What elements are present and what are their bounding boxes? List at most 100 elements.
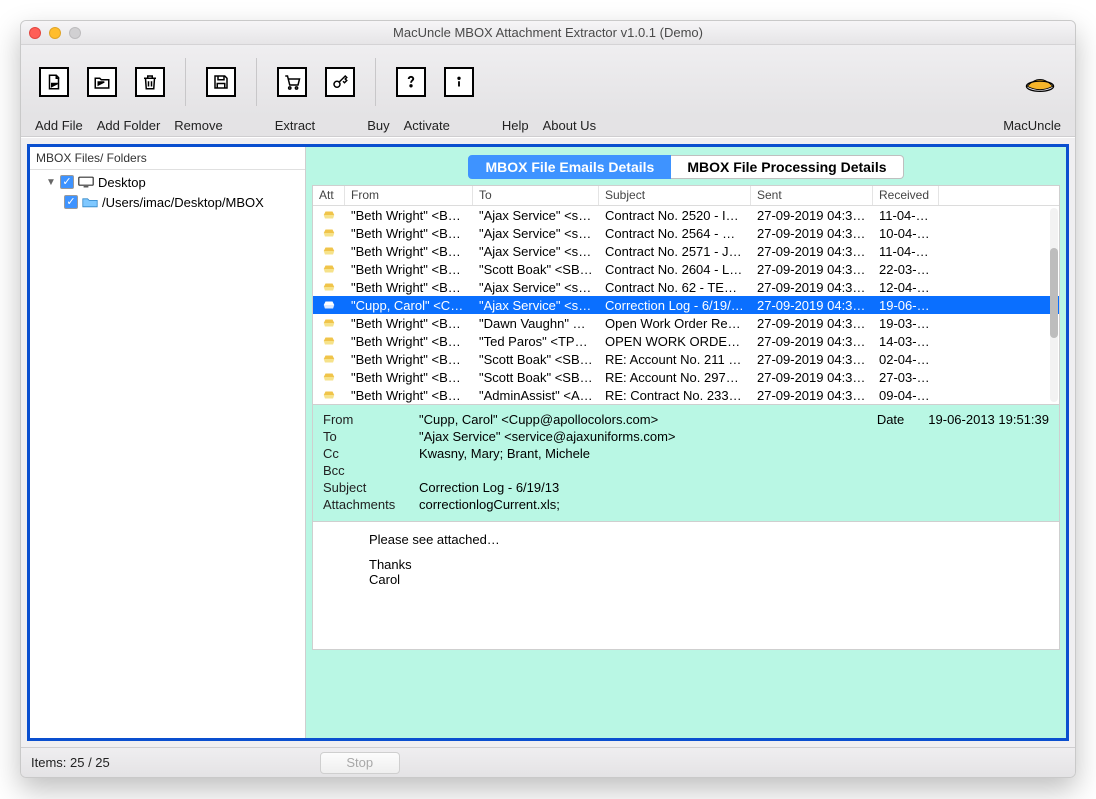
body-line: Please see attached…: [369, 532, 1003, 547]
help-label: Help: [500, 118, 531, 133]
att-cell: [313, 314, 345, 332]
received-cell: 09-04-2…: [873, 386, 939, 404]
add-file-button[interactable]: [39, 67, 69, 97]
tab-emails[interactable]: MBOX File Emails Details: [468, 155, 671, 179]
sent-cell: 27-09-2019 04:36…: [751, 224, 873, 242]
subject-cell: Correction Log - 6/19/13: [599, 296, 751, 314]
col-to[interactable]: To: [473, 186, 599, 205]
app-window: MacUncle MBOX Attachment Extractor v1.0.…: [20, 20, 1076, 778]
items-count: Items: 25 / 25: [31, 755, 110, 770]
file-tree: ▼ ✓ Desktop ✓ /Users/imac/Desktop/MBOX: [30, 170, 305, 214]
table-row[interactable]: "Beth Wright" <BW…"Dawn Vaughn" <d…Open …: [313, 314, 1059, 332]
table-row[interactable]: "Beth Wright" <BW…"Ajax Service" <ser…Co…: [313, 224, 1059, 242]
table-row[interactable]: "Beth Wright" <BW…"Ted Paros" <TParo…OPE…: [313, 332, 1059, 350]
from-cell: "Beth Wright" <BW…: [345, 206, 473, 224]
from-cell: "Beth Wright" <BW…: [345, 314, 473, 332]
detail-subject-value: Correction Log - 6/19/13: [419, 480, 1049, 495]
table-row[interactable]: "Beth Wright" <BW…"Scott Boak" <SBo…Cont…: [313, 260, 1059, 278]
col-att[interactable]: Att: [313, 186, 345, 205]
maximize-window-button[interactable]: [69, 27, 81, 39]
remove-label: Remove: [172, 118, 224, 133]
sent-cell: 27-09-2019 04:36…: [751, 314, 873, 332]
toolbar-labels: Add File Add Folder Remove Extract Buy A…: [21, 115, 1075, 137]
scrollbar[interactable]: [1050, 208, 1058, 402]
col-from[interactable]: From: [345, 186, 473, 205]
buy-button[interactable]: [277, 67, 307, 97]
toolbar: [21, 45, 1075, 115]
to-cell: "Ajax Service" <ser…: [473, 224, 599, 242]
extract-button[interactable]: [206, 67, 236, 97]
add-folder-button[interactable]: [87, 67, 117, 97]
trash-icon: [141, 73, 159, 91]
attachment-icon: [322, 244, 336, 258]
detail-subject-label: Subject: [323, 480, 419, 495]
received-cell: 27-03-2…: [873, 368, 939, 386]
table-row[interactable]: "Beth Wright" <BW…"Ajax Service" <ser…Co…: [313, 278, 1059, 296]
attachment-icon: [322, 262, 336, 276]
info-icon: [450, 73, 468, 91]
col-received[interactable]: Received: [873, 186, 939, 205]
table-row[interactable]: "Beth Wright" <BW…"Scott Boak" <SBo…RE: …: [313, 350, 1059, 368]
subject-cell: Contract No. 2604 - L…: [599, 260, 751, 278]
tree-row-child[interactable]: ✓ /Users/imac/Desktop/MBOX: [34, 192, 301, 212]
disclosure-icon[interactable]: ▼: [46, 177, 56, 188]
brand-logo-icon: [1023, 67, 1057, 97]
to-cell: "Ajax Service" <ser…: [473, 278, 599, 296]
sent-cell: 27-09-2019 04:36…: [751, 206, 873, 224]
sent-cell: 27-09-2019 04:36…: [751, 386, 873, 404]
col-subject[interactable]: Subject: [599, 186, 751, 205]
received-cell: 12-04-2…: [873, 278, 939, 296]
add-folder-icon: [93, 73, 111, 91]
stop-button[interactable]: Stop: [320, 752, 400, 774]
scroll-thumb[interactable]: [1050, 248, 1058, 338]
help-button[interactable]: [396, 67, 426, 97]
att-cell: [313, 224, 345, 242]
table-row[interactable]: "Cupp, Carol" <Cup…"Ajax Service" <ser…C…: [313, 296, 1059, 314]
subject-cell: RE: Contract No. 233 -…: [599, 386, 751, 404]
tab-bar: MBOX File Emails Details MBOX File Proce…: [312, 153, 1060, 185]
folder-icon: [82, 196, 98, 208]
about-label: About Us: [541, 118, 598, 133]
received-cell: 10-04-2…: [873, 224, 939, 242]
table-row[interactable]: "Beth Wright" <BW…"Ajax Service" <ser…Co…: [313, 242, 1059, 260]
detail-to-label: To: [323, 429, 419, 444]
activate-button[interactable]: [325, 67, 355, 97]
sent-cell: 27-09-2019 04:36…: [751, 296, 873, 314]
tree-row-root[interactable]: ▼ ✓ Desktop: [34, 172, 301, 192]
received-cell: 02-04-2…: [873, 350, 939, 368]
close-window-button[interactable]: [29, 27, 41, 39]
attachment-icon: [322, 208, 336, 222]
col-sent[interactable]: Sent: [751, 186, 873, 205]
status-bar: Items: 25 / 25 Stop: [21, 747, 1075, 777]
subject-cell: Contract No. 2520 - IN…: [599, 206, 751, 224]
table-row[interactable]: "Beth Wright" <BW…"AdminAssist" <A2…RE: …: [313, 386, 1059, 404]
email-table: Att From To Subject Sent Received "Beth …: [312, 185, 1060, 405]
minimize-window-button[interactable]: [49, 27, 61, 39]
from-cell: "Beth Wright" <BW…: [345, 332, 473, 350]
detail-cc-label: Cc: [323, 446, 419, 461]
detail-attachments-value: correctionlogCurrent.xls;: [419, 497, 1049, 512]
tree-label: Desktop: [98, 175, 146, 190]
from-cell: "Beth Wright" <BW…: [345, 242, 473, 260]
remove-button[interactable]: [135, 67, 165, 97]
received-cell: 22-03-2…: [873, 260, 939, 278]
tab-processing[interactable]: MBOX File Processing Details: [671, 155, 903, 179]
toolbar-separator: [256, 58, 257, 106]
to-cell: "AdminAssist" <A2…: [473, 386, 599, 404]
table-row[interactable]: "Beth Wright" <BW…"Scott Boak" <SBo…RE: …: [313, 368, 1059, 386]
to-cell: "Ted Paros" <TParo…: [473, 332, 599, 350]
body-line: Thanks: [369, 557, 1003, 572]
to-cell: "Dawn Vaughn" <d…: [473, 314, 599, 332]
to-cell: "Scott Boak" <SBo…: [473, 350, 599, 368]
table-row[interactable]: "Beth Wright" <BW…"Ajax Service" <ser…Co…: [313, 206, 1059, 224]
add-folder-label: Add Folder: [95, 118, 163, 133]
to-cell: "Scott Boak" <SBo…: [473, 260, 599, 278]
checkbox[interactable]: ✓: [64, 195, 78, 209]
attachment-icon: [322, 280, 336, 294]
body-line: Carol: [369, 572, 1003, 587]
about-button[interactable]: [444, 67, 474, 97]
checkbox[interactable]: ✓: [60, 175, 74, 189]
detail-date-value: 19-06-2013 19:51:39: [928, 412, 1049, 427]
sent-cell: 27-09-2019 04:36…: [751, 332, 873, 350]
detail-bcc-label: Bcc: [323, 463, 419, 478]
